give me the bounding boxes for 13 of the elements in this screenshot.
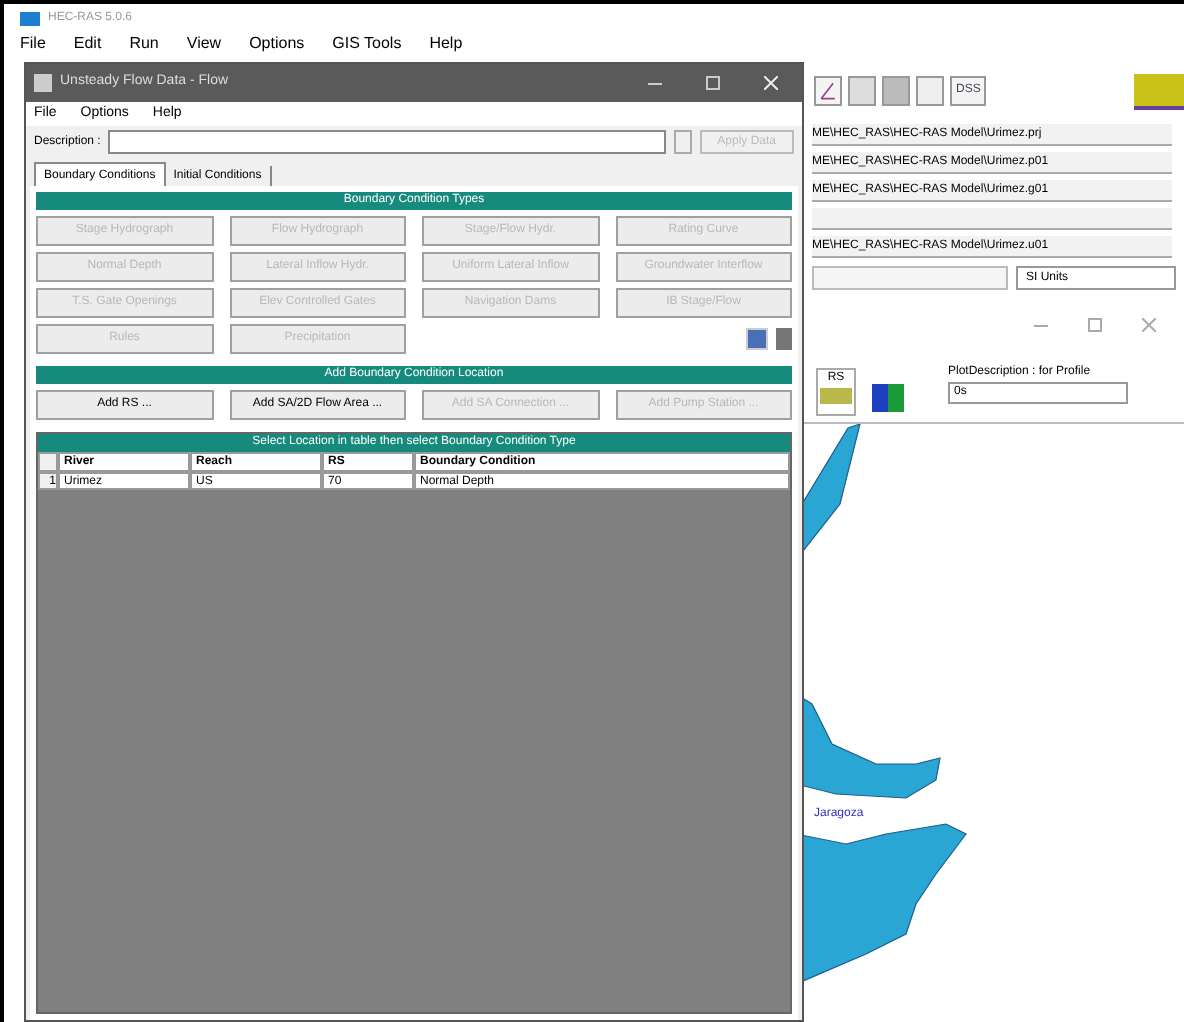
table-header-cell — [38, 452, 58, 472]
spin-field[interactable] — [812, 266, 1008, 290]
maximize-icon[interactable] — [1088, 317, 1102, 331]
menu-item[interactable]: View — [186, 36, 222, 52]
menu-item[interactable]: Run — [129, 36, 159, 52]
menu-item[interactable]: Options — [249, 36, 305, 52]
menu-item[interactable]: Help — [429, 36, 463, 52]
menu-item[interactable]: GIS Tools — [332, 36, 402, 52]
menu-item[interactable]: File — [20, 36, 46, 52]
description-field[interactable] — [108, 130, 666, 154]
menu-item[interactable]: Edit — [73, 36, 102, 52]
pen-icon[interactable] — [814, 76, 842, 106]
maximize-icon[interactable] — [706, 76, 720, 90]
